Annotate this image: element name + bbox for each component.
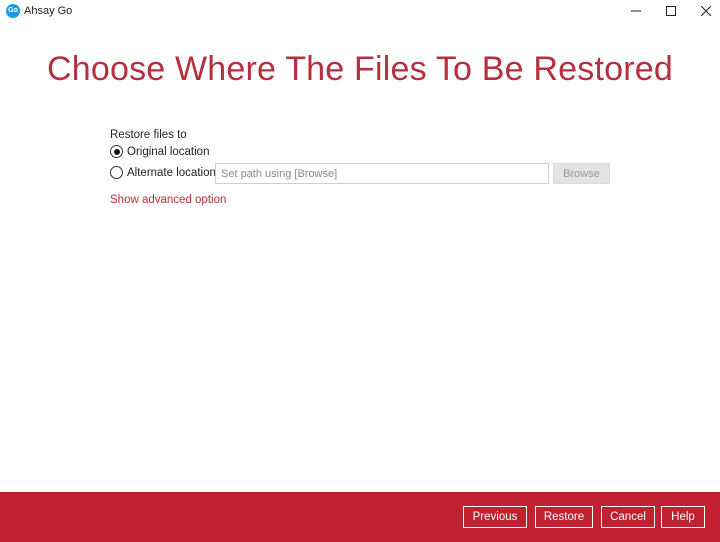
- minimize-icon: [631, 10, 641, 12]
- minimize-button[interactable]: [618, 0, 654, 22]
- close-button[interactable]: [688, 0, 720, 22]
- cancel-button[interactable]: Cancel: [601, 506, 655, 528]
- app-logo-icon: Go: [6, 4, 20, 18]
- footer-bar: Previous Restore Cancel Help: [0, 492, 720, 542]
- maximize-icon: [666, 6, 676, 16]
- window-title: Ahsay Go: [24, 5, 73, 17]
- close-icon: [701, 6, 711, 16]
- title-bar: Go Ahsay Go: [0, 0, 720, 22]
- maximize-button[interactable]: [653, 0, 689, 22]
- show-advanced-option-link[interactable]: Show advanced option: [110, 194, 226, 206]
- original-location-option[interactable]: Original location: [110, 145, 209, 158]
- browse-button[interactable]: Browse: [553, 163, 610, 184]
- restore-files-to-label: Restore files to: [110, 129, 187, 141]
- restore-button[interactable]: Restore: [535, 506, 593, 528]
- alternate-location-radio[interactable]: [110, 166, 123, 179]
- previous-button[interactable]: Previous: [463, 506, 527, 528]
- original-location-radio[interactable]: [110, 145, 123, 158]
- page-title: Choose Where The Files To Be Restored: [46, 50, 673, 88]
- alternate-location-option[interactable]: Alternate location: [110, 166, 216, 179]
- alternate-location-label: Alternate location: [127, 166, 216, 179]
- alternate-path-input[interactable]: [215, 163, 549, 184]
- original-location-label: Original location: [127, 145, 210, 158]
- help-button[interactable]: Help: [661, 506, 705, 528]
